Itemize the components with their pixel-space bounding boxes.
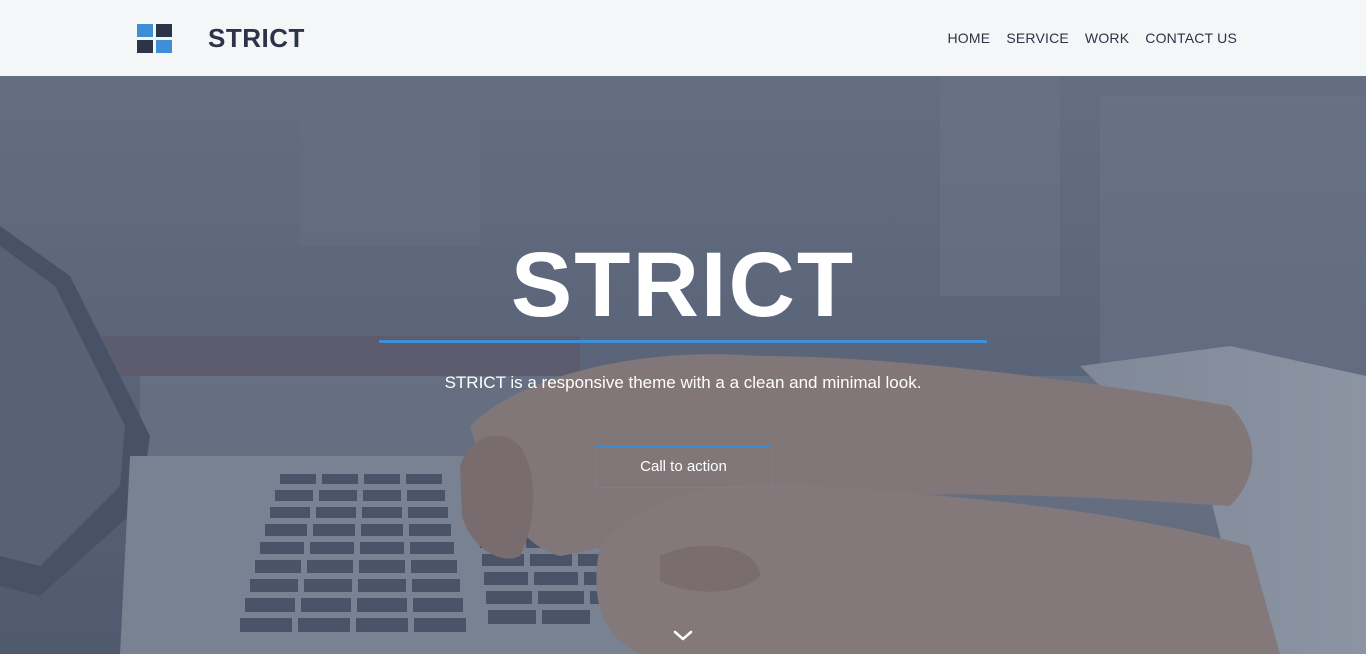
hero-subtitle: STRICT is a responsive theme with a a cl… xyxy=(444,373,922,392)
logo-square-tl xyxy=(137,24,153,37)
chevron-down-icon[interactable] xyxy=(671,628,695,644)
brand-name[interactable]: STRICT xyxy=(208,22,305,54)
nav-home[interactable]: HOME xyxy=(948,29,991,47)
nav-work[interactable]: WORK xyxy=(1085,29,1129,47)
hero-overlay xyxy=(0,76,1366,654)
navbar: STRICT HOME SERVICE WORK CONTACT US xyxy=(0,0,1366,76)
nav-service[interactable]: SERVICE xyxy=(1006,29,1069,47)
logo-square-bl xyxy=(137,40,153,53)
main-nav: HOME SERVICE WORK CONTACT US xyxy=(948,29,1238,47)
nav-contact-us[interactable]: CONTACT US xyxy=(1145,29,1237,47)
logo-icon[interactable] xyxy=(137,24,173,53)
hero-section: STRICT STRICT is a responsive theme with… xyxy=(0,76,1366,654)
hero-divider xyxy=(379,340,987,343)
hero-title: STRICT xyxy=(510,234,856,336)
call-to-action-button[interactable]: Call to action xyxy=(595,446,772,488)
logo-square-tr xyxy=(156,24,172,37)
logo-square-br xyxy=(156,40,172,53)
